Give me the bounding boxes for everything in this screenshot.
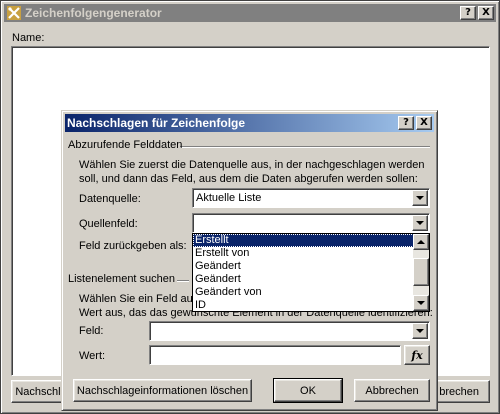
main-titlebar[interactable]: Zeichenfolgengenerator ? X: [4, 4, 496, 22]
datasource-dropdown-button[interactable]: [412, 190, 428, 206]
cancel-button[interactable]: Abbrechen: [354, 379, 430, 402]
main-close-button[interactable]: X: [478, 6, 494, 20]
group2-instructions-1: Wählen Sie ein Feld aus: [79, 293, 199, 305]
dropdown-item[interactable]: Erstellt: [193, 234, 414, 247]
group2-label: Listenelement suchen: [68, 273, 176, 285]
dialog-title: Nachschlagen für Zeichenfolge: [67, 116, 246, 130]
dialog-titlebar[interactable]: Nachschlagen für Zeichenfolge ? X: [65, 114, 434, 132]
name-label: Name:: [12, 32, 45, 44]
sourcefield-dropdown-button[interactable]: [412, 215, 428, 231]
sourcefield-combo[interactable]: [192, 213, 430, 233]
scroll-down-button[interactable]: [413, 295, 429, 311]
main-title: Zeichenfolgengenerator: [25, 6, 162, 20]
ok-button[interactable]: OK: [273, 378, 343, 403]
sourcefield-label: Quellenfeld:: [79, 218, 138, 230]
field-combo[interactable]: [149, 321, 430, 341]
group1-separator: [180, 146, 430, 148]
field-label: Feld:: [79, 325, 104, 337]
chevron-down-icon: [417, 301, 425, 305]
dropdown-item[interactable]: Geändert: [193, 273, 414, 286]
dropdown-item[interactable]: ID: [193, 299, 414, 311]
chevron-down-icon: [416, 329, 424, 333]
group2-separator: [177, 280, 189, 282]
formula-button[interactable]: fx: [404, 345, 430, 365]
field-dropdown-button[interactable]: [412, 323, 428, 339]
dropdown-scrollbar[interactable]: [413, 234, 429, 311]
value-input[interactable]: [149, 345, 401, 365]
chevron-down-icon: [416, 221, 424, 225]
dialog-close-button[interactable]: X: [416, 116, 432, 130]
dropdown-item[interactable]: Erstellt von: [193, 247, 414, 260]
clear-lookup-button[interactable]: Nachschlageinformationen löschen: [73, 379, 252, 402]
dropdown-item[interactable]: Geändert von: [193, 286, 414, 299]
chevron-up-icon: [417, 240, 425, 244]
group1-instructions-2: soll, und dann das Feld, aus dem die Dat…: [79, 173, 418, 185]
group1-instructions-1: Wählen Sie zuerst die Datenquelle aus, i…: [79, 159, 425, 171]
fx-icon: fx: [411, 348, 423, 362]
datasource-combo[interactable]: Aktuelle Liste: [192, 188, 430, 208]
dropdown-item[interactable]: Geändert: [193, 260, 414, 273]
return-as-label: Feld zurückgeben als:: [79, 240, 187, 252]
scroll-thumb[interactable]: [413, 258, 429, 286]
main-help-button[interactable]: ?: [460, 6, 476, 20]
group1-label: Abzurufende Felddaten: [68, 139, 183, 151]
tools-icon: [6, 5, 22, 21]
dropdown-items: Erstellt Erstellt von Geändert Geändert Geän…: [193, 234, 429, 311]
datasource-value: Aktuelle Liste: [196, 192, 262, 204]
main-cancel-button[interactable]: brechen: [429, 380, 490, 403]
sourcefield-dropdown-list[interactable]: Erstellt Erstellt von Geändert Geändert Geän…: [192, 233, 430, 312]
datasource-label: Datenquelle:: [79, 193, 141, 205]
scroll-up-button[interactable]: [413, 234, 429, 250]
chevron-down-icon: [416, 196, 424, 200]
dialog-help-button[interactable]: ?: [398, 116, 414, 130]
value-label: Wert:: [79, 350, 106, 362]
